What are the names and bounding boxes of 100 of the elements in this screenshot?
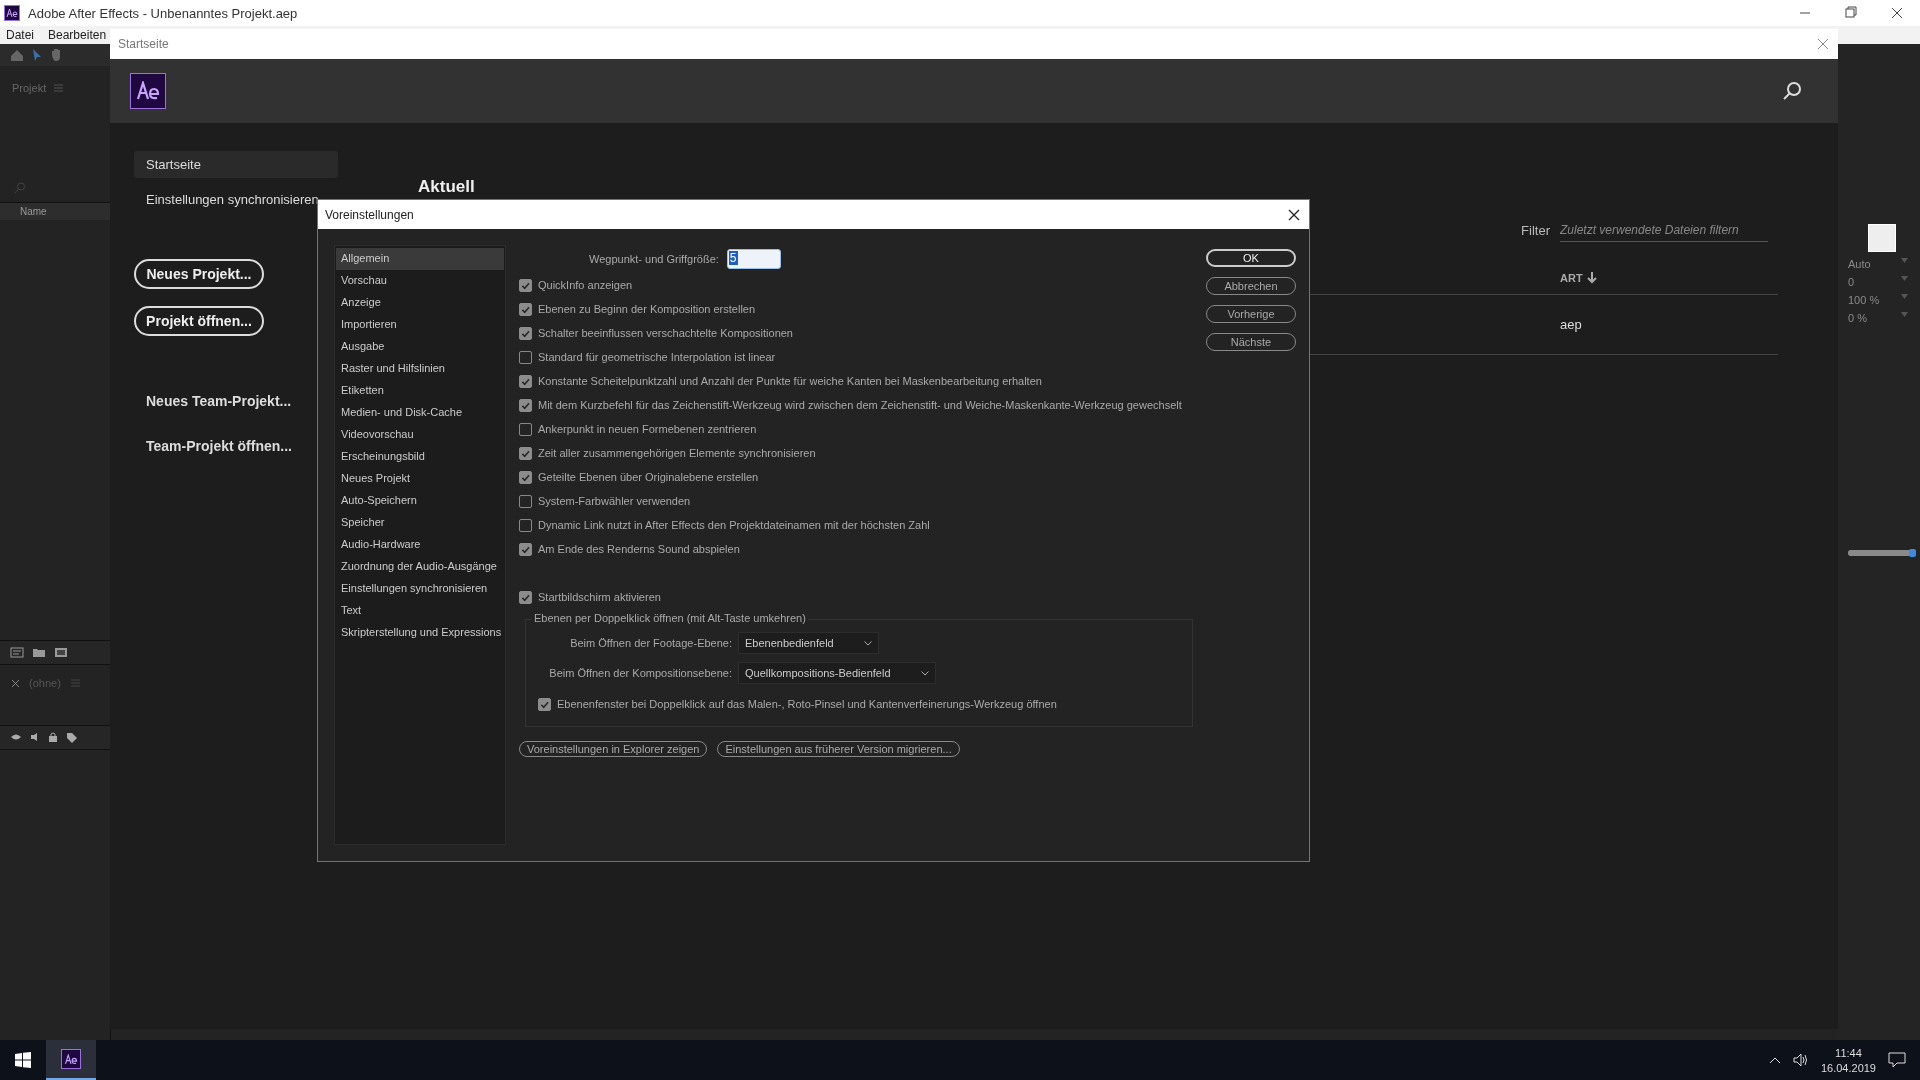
category-item[interactable]: Anzeige (336, 292, 504, 314)
hand-tool-icon[interactable] (50, 48, 63, 62)
checkbox-label: Konstante Scheitelpunktzahl und Anzahl der Punkte für weiche Kanten bei Maskenbearbeitung erhalten (538, 375, 1042, 387)
category-item[interactable]: Allgemein (336, 248, 504, 270)
app-icon (4, 5, 20, 21)
checkbox[interactable] (519, 518, 532, 532)
chevron-down-icon (920, 670, 929, 676)
chevron-up-icon[interactable] (1768, 1056, 1781, 1064)
checkbox-label: Standard für geometrische Interpolation ist linear (538, 351, 776, 363)
dropdown[interactable]: Quellkompositions-Bedienfeld (738, 662, 936, 684)
selection-tool-icon[interactable] (32, 48, 42, 62)
filter-field[interactable]: Zuletzt verwendete Dateien filtern (1560, 219, 1768, 242)
category-item[interactable]: Zuordnung der Audio-Ausgänge (336, 556, 504, 578)
window-title: Startseite (118, 37, 169, 51)
windows-icon[interactable] (15, 1052, 31, 1068)
category-item[interactable]: Neues Projekt (336, 468, 504, 490)
checkbox[interactable] (519, 398, 532, 412)
group-legend: Ebenen per Doppelklick öffnen (mit Alt-Taste umkehren) (532, 612, 808, 624)
category-item[interactable]: Videovorschau (336, 424, 504, 446)
field-value[interactable]: 0 (1848, 276, 1855, 288)
search-icon[interactable] (1782, 81, 1802, 101)
home-icon[interactable] (10, 48, 24, 62)
field-value[interactable]: 100 % (1848, 294, 1880, 306)
checkbox-label: System-Farbwähler verwenden (538, 495, 691, 507)
folder-icon[interactable] (32, 647, 46, 658)
field-value[interactable]: Auto (1848, 258, 1871, 270)
menu-item[interactable]: Bearbeiten (48, 28, 107, 42)
checkbox-label: Zeit aller zusammengehörigen Elemente synchronisieren (538, 447, 816, 459)
dropdown[interactable]: Ebenenbedienfeld (738, 632, 879, 654)
nav-item[interactable]: Startseite (134, 151, 338, 178)
category-item[interactable]: Etiketten (336, 380, 504, 402)
checkbox-label: Ankerpunkt in neuen Formebenen zentrieren (538, 423, 757, 435)
checkbox[interactable] (519, 326, 532, 340)
category-item[interactable]: Vorschau (336, 270, 504, 292)
team-project-link[interactable]: Team-Projekt öffnen... (146, 438, 292, 454)
speaker-icon[interactable] (30, 732, 40, 742)
field-value[interactable]: 0 % (1848, 312, 1867, 324)
checkbox-label: Dynamic Link nutzt in After Effects den Projektdateinamen mit der höchsten Zahl (538, 519, 930, 531)
checkbox-label: Ebenenfenster bei Doppelklick auf das Malen-, Roto-Pinsel und Kantenverfeinerungs-Werkzeug öffnen (557, 698, 1057, 710)
category-item[interactable]: Auto-Speichern (336, 490, 504, 512)
panel-title: Projekt (12, 82, 47, 94)
checkbox[interactable] (519, 302, 532, 316)
number-field[interactable]: 5 (726, 249, 781, 269)
window-title: Adobe After Effects - Unbenanntes Projekt.aep (28, 5, 299, 21)
category-item[interactable]: Erscheinungsbild (336, 446, 504, 468)
start-button[interactable]: Neues Projekt... (134, 259, 264, 289)
category-item[interactable]: Skripterstellung und Expressions (336, 622, 504, 644)
checkbox[interactable] (519, 422, 532, 436)
category-item[interactable]: Speicher (336, 512, 504, 534)
checkbox[interactable] (519, 350, 532, 364)
category-item[interactable]: Raster und Hilfslinien (336, 358, 504, 380)
tag-icon[interactable] (66, 732, 78, 743)
section-heading: Aktuell (418, 177, 476, 197)
team-project-link[interactable]: Neues Team-Projekt... (146, 393, 292, 409)
lock-icon[interactable] (48, 732, 58, 742)
category-item[interactable]: Text (336, 600, 504, 622)
app-icon (64, 1053, 78, 1065)
checkbox-label: Am Ende des Renderns Sound abspielen (538, 543, 740, 555)
speaker-icon[interactable] (1792, 1053, 1809, 1067)
checkbox-label: Schalter beeinflussen verschachtelte Kompositionen (538, 327, 793, 339)
clock-date[interactable]: 16.04.2019 (1820, 1061, 1876, 1074)
checkbox-label: Startbildschirm aktivieren (538, 591, 661, 603)
column-header[interactable]: Name (0, 202, 110, 220)
checkbox[interactable] (519, 590, 532, 604)
checkbox[interactable] (519, 542, 532, 556)
checkbox-label: Ebenen zu Beginn der Komposition erstellen (538, 303, 756, 315)
notification-icon[interactable] (1888, 1052, 1906, 1068)
table-cell-text: aep (1560, 317, 1583, 332)
checkbox[interactable] (519, 278, 532, 292)
checkbox[interactable] (519, 374, 532, 388)
app-logo (130, 73, 166, 109)
menu-item[interactable]: Datei (6, 28, 34, 42)
close-icon[interactable] (1287, 207, 1301, 222)
dialog-button[interactable]: OK (1206, 249, 1296, 267)
interpret-footage-icon[interactable] (10, 647, 24, 658)
checkbox[interactable] (519, 446, 532, 460)
checkbox[interactable] (538, 697, 551, 711)
category-item[interactable]: Ausgabe (336, 336, 504, 358)
column-header[interactable]: ART (1560, 272, 1583, 284)
checkbox-label: Mit dem Kurzbefehl für das Zeichenstift-Werkzeug wird zwischen dem Zeichenstift- und Weiche-Maskenkante-Werkzeug gewechselt (538, 399, 1182, 411)
color-swatch[interactable] (1868, 224, 1896, 252)
category-item[interactable]: Einstellungen synchronisieren (336, 578, 504, 600)
checkbox[interactable] (519, 470, 532, 484)
filter-label: Filter (1521, 223, 1550, 238)
chevron-down-icon (863, 640, 872, 646)
sort-arrow-icon[interactable] (1586, 272, 1597, 284)
taskbar-app[interactable] (46, 1040, 96, 1080)
slider[interactable] (1848, 550, 1914, 556)
field-label: Beim Öffnen der Kompositionsebene: (548, 667, 732, 679)
clock-time[interactable]: 11:44 (1835, 1046, 1862, 1059)
eye-icon[interactable] (10, 732, 22, 742)
composition-icon[interactable] (54, 647, 68, 658)
checkbox-label: QuickInfo anzeigen (538, 279, 633, 291)
category-item[interactable]: Importieren (336, 314, 504, 336)
checkbox-label: Geteilte Ebenen über Originalebene erstellen (538, 471, 759, 483)
field-label: Wegpunkt- und Griffgröße: (589, 253, 719, 265)
start-button[interactable]: Projekt öffnen... (134, 306, 264, 336)
category-item[interactable]: Audio-Hardware (336, 534, 504, 556)
category-item[interactable]: Medien- und Disk-Cache (336, 402, 504, 424)
checkbox[interactable] (519, 494, 532, 508)
